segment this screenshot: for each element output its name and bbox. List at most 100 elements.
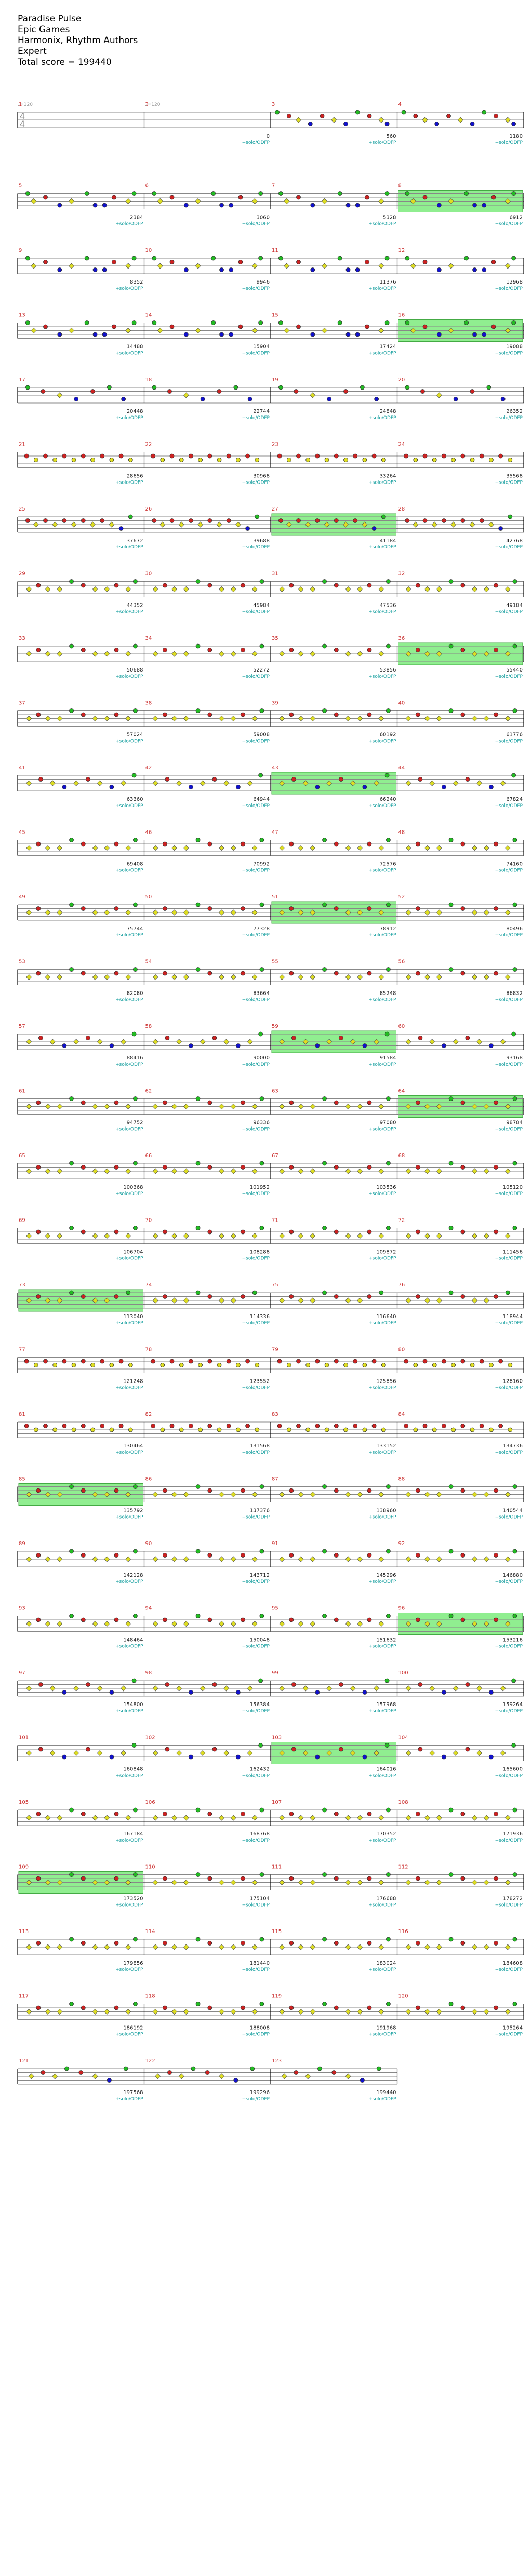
note-hopo <box>57 715 63 722</box>
note <box>132 1807 138 1813</box>
note-hopo <box>178 2073 184 2079</box>
note <box>259 1549 264 1554</box>
measure-number: 22 <box>145 442 152 448</box>
note <box>188 1690 193 1695</box>
note-hopo <box>504 1168 511 1174</box>
note <box>126 1290 131 1295</box>
note <box>460 1359 466 1364</box>
note-hopo <box>378 1944 384 1950</box>
note <box>241 841 245 847</box>
note <box>226 1359 231 1364</box>
note-hopo <box>350 1685 356 1692</box>
note-hopo <box>104 974 110 981</box>
note <box>460 971 466 976</box>
note <box>81 1359 86 1364</box>
measure-score: 116640 <box>376 1314 396 1320</box>
measure-annotation: +solo/ODFP <box>495 1127 523 1132</box>
note <box>432 458 437 462</box>
note-hopo <box>251 1103 258 1110</box>
note <box>207 1617 212 1622</box>
note-hopo <box>230 651 236 657</box>
measure-number: 110 <box>145 1864 155 1870</box>
note-hopo <box>279 2008 285 2015</box>
note <box>494 1941 498 1946</box>
note <box>442 453 446 459</box>
measure-annotation: +solo/ODFP <box>495 1903 523 1908</box>
note <box>289 971 294 976</box>
note <box>479 453 484 459</box>
note-hopo <box>125 1103 131 1110</box>
note-hopo <box>500 1039 506 1045</box>
note-hopo <box>298 974 304 981</box>
measure-score: 50688 <box>127 667 143 673</box>
note <box>465 1747 470 1752</box>
measure-number: 111 <box>272 1864 282 1870</box>
note-hopo <box>279 1556 285 1562</box>
measure-annotation: +solo/ODFP <box>242 1644 270 1649</box>
note-hopo <box>471 1297 478 1304</box>
measure-score: 20448 <box>127 409 143 414</box>
note <box>384 1678 390 1683</box>
staff-row-7 <box>17 513 524 536</box>
note-hopo <box>92 2073 98 2079</box>
note <box>132 708 138 713</box>
note <box>112 195 116 200</box>
measure-number: 92 <box>398 1541 405 1547</box>
note <box>415 1941 420 1946</box>
note-hopo <box>326 1685 332 1692</box>
note <box>255 1363 260 1367</box>
measure-annotation: +solo/ODFP <box>368 1838 396 1843</box>
note <box>92 203 98 208</box>
note <box>442 1424 446 1428</box>
measure-annotation: +solo/ODFP <box>242 739 270 744</box>
note <box>36 648 41 652</box>
measure-annotation: +solo/ODFP <box>368 674 396 679</box>
note <box>322 1872 327 1877</box>
note <box>241 1941 245 1946</box>
note <box>81 1100 86 1105</box>
measure-annotation: +solo/ODFP <box>495 140 523 145</box>
note-hopo <box>488 521 494 528</box>
note <box>198 458 203 462</box>
measure-score: 154800 <box>123 1702 143 1708</box>
note-hopo <box>104 1103 110 1110</box>
note <box>33 1363 38 1367</box>
measure-score: 100368 <box>123 1185 143 1190</box>
measure-number: 56 <box>398 959 405 965</box>
note <box>320 114 325 118</box>
note <box>81 971 86 976</box>
measure-annotation: +solo/ODFP <box>495 1838 523 1843</box>
measure-number: 41 <box>19 765 25 771</box>
note-hopo <box>218 715 225 722</box>
note <box>81 648 86 652</box>
note <box>109 1427 114 1432</box>
note-hopo <box>152 1297 158 1304</box>
note <box>322 1549 327 1554</box>
note-hopo <box>450 521 457 528</box>
measure-number: 88 <box>398 1477 405 1482</box>
note <box>36 1488 41 1493</box>
note-hopo <box>436 1232 442 1239</box>
note-hopo <box>45 715 51 722</box>
note <box>107 2078 112 2083</box>
note-hopo <box>357 2008 363 2015</box>
note <box>322 1484 327 1489</box>
note-hopo <box>45 1620 51 1627</box>
measure-number: 122 <box>145 2058 155 2064</box>
measure-annotation: +solo/ODFP <box>115 868 143 874</box>
note-hopo <box>295 117 302 123</box>
note <box>41 389 46 394</box>
note-hopo <box>92 909 98 916</box>
note <box>448 1549 454 1554</box>
note <box>207 1359 212 1364</box>
note <box>259 2002 264 2006</box>
note-hopo <box>357 1232 363 1239</box>
note-hopo <box>483 2008 489 2015</box>
measure-number: 85 <box>19 1477 25 1482</box>
note <box>69 1614 74 1618</box>
measure-annotation: +solo/ODFP <box>115 2032 143 2037</box>
note-hopo <box>230 1879 236 1886</box>
note-hopo <box>89 521 96 528</box>
note-hopo <box>378 2008 384 2015</box>
note <box>334 1876 339 1881</box>
